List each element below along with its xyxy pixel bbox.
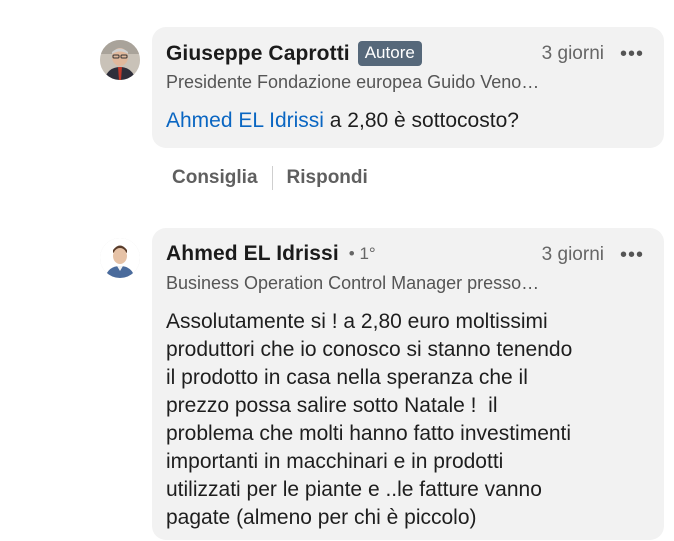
comment-line: importanti in macchinari e in prodotti	[166, 450, 504, 473]
comment-line: pagate (almeno per chi è piccolo)	[166, 506, 477, 529]
avatar-portrait-icon	[100, 238, 140, 278]
more-options-icon[interactable]: •••	[620, 43, 644, 66]
comment-bubble: Giuseppe Caprotti Autore 3 giorni ••• Pr…	[152, 27, 664, 148]
reply-button[interactable]: Rispondi	[287, 167, 368, 189]
author-headline: Presidente Fondazione europea Guido Veno…	[166, 72, 540, 92]
like-button[interactable]: Consiglia	[172, 167, 258, 189]
comment-line: il prodotto in casa nella speranza che i…	[166, 366, 528, 389]
comment-text: Assolutamente si ! a 2,80 euro moltissim…	[166, 308, 572, 532]
comment-timestamp: 3 giorni	[541, 43, 604, 64]
author-badge: Autore	[357, 41, 422, 66]
connection-degree: • 1°	[348, 244, 376, 263]
author-name[interactable]: Ahmed EL Idrissi	[166, 242, 339, 266]
author-name[interactable]: Giuseppe Caprotti	[166, 42, 350, 66]
comment-text: Ahmed EL Idrissi a 2,80 è sottocosto?	[166, 107, 519, 135]
more-options-icon[interactable]: •••	[620, 244, 644, 267]
comment-text-body: a 2,80 è sottocosto?	[323, 109, 519, 132]
comment-actions: Consiglia Rispondi	[172, 166, 368, 190]
author-headline: Business Operation Control Manager press…	[166, 273, 540, 293]
avatar[interactable]	[100, 40, 140, 80]
comment-line: problema che molti hanno fatto investime…	[166, 422, 572, 445]
avatar[interactable]	[100, 238, 140, 278]
avatar-portrait-icon	[100, 40, 140, 80]
comment-line: produttori che io conosco si stanno tene…	[166, 338, 573, 361]
comment-timestamp: 3 giorni	[541, 244, 604, 265]
mention-link[interactable]: Ahmed EL Idrissi	[166, 109, 324, 132]
comment-line: prezzo possa salire sotto Natale ! il	[166, 394, 498, 417]
action-divider	[271, 166, 273, 190]
comment-bubble: Ahmed EL Idrissi • 1° 3 giorni ••• Busin…	[152, 228, 664, 540]
comment-line: utilizzati per le piante e ..le fatture …	[166, 478, 542, 501]
comment-line: Assolutamente si ! a 2,80 euro moltissim…	[166, 310, 548, 333]
